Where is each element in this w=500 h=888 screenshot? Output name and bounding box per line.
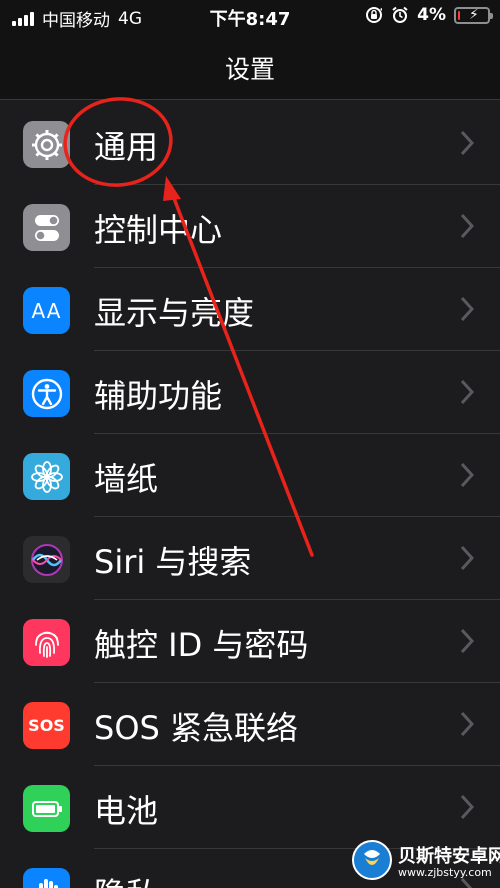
sos-icon: SOS	[23, 702, 70, 749]
settings-row-label: 墙纸	[94, 460, 159, 498]
battery-icon	[23, 785, 70, 832]
settings-row-accessibility[interactable]: 辅助功能	[0, 351, 500, 434]
watermark-logo-icon	[352, 840, 392, 880]
flower-icon	[23, 453, 70, 500]
navigation-bar: 设置	[0, 34, 500, 100]
chevron-right-icon	[460, 462, 474, 488]
watermark-name: 贝斯特安卓网	[398, 846, 500, 867]
settings-row-emergency-sos[interactable]: SOS SOS 紧急联络	[0, 683, 500, 766]
settings-row-label: Siri 与搜索	[94, 543, 252, 581]
accessibility-icon	[23, 370, 70, 417]
chevron-right-icon	[460, 130, 474, 156]
icon-glyph: SOS	[28, 716, 65, 735]
chevron-right-icon	[460, 545, 474, 571]
settings-row-label: 隐私	[94, 869, 158, 888]
settings-row-display[interactable]: AA 显示与亮度	[0, 268, 500, 351]
icon-glyph: AA	[31, 298, 62, 323]
fingerprint-icon	[23, 619, 70, 666]
chevron-right-icon	[460, 794, 474, 820]
page-title: 设置	[224, 55, 275, 84]
settings-row-label: 电池	[94, 792, 159, 830]
chevron-right-icon	[460, 213, 474, 239]
siri-icon	[23, 536, 70, 583]
settings-row-control-center[interactable]: 控制中心	[0, 185, 500, 268]
settings-row-label: 显示与亮度	[94, 294, 255, 332]
settings-row-label: 触控 ID 与密码	[94, 626, 309, 664]
hand-icon	[23, 868, 70, 888]
watermark: 贝斯特安卓网 www.zjbstyy.com	[352, 838, 500, 886]
settings-row-general[interactable]: 通用	[0, 102, 500, 185]
chevron-right-icon	[460, 379, 474, 405]
battery-charging-icon: ⚡	[454, 6, 493, 24]
settings-row-label: 辅助功能	[94, 377, 223, 415]
settings-list: 通用 控制中心 AA 显示与亮度 辅助功能 墙纸 Siri 与搜索 触控 ID …	[0, 102, 500, 888]
settings-row-touch-id[interactable]: 触控 ID 与密码	[0, 600, 500, 683]
settings-row-label: 控制中心	[94, 211, 223, 249]
status-bar: 中国移动 4G 下午8:47 4% ⚡	[0, 0, 500, 34]
chevron-right-icon	[460, 628, 474, 654]
watermark-url: www.zjbstyy.com	[398, 866, 492, 879]
chevron-right-icon	[460, 296, 474, 322]
gear-icon	[23, 121, 70, 168]
chevron-right-icon	[460, 711, 474, 737]
status-right: 4% ⚡	[365, 5, 493, 25]
battery-percent: 4%	[417, 5, 446, 25]
settings-row-wallpaper[interactable]: 墙纸	[0, 434, 500, 517]
settings-row-label: SOS 紧急联络	[94, 709, 298, 747]
toggles-icon	[23, 204, 70, 251]
settings-row-label: 通用	[94, 128, 159, 166]
orientation-lock-icon	[366, 7, 383, 23]
settings-row-battery[interactable]: 电池	[0, 766, 500, 849]
settings-row-siri[interactable]: Siri 与搜索	[0, 517, 500, 600]
text-size-icon: AA	[23, 287, 70, 334]
alarm-icon	[392, 6, 408, 23]
